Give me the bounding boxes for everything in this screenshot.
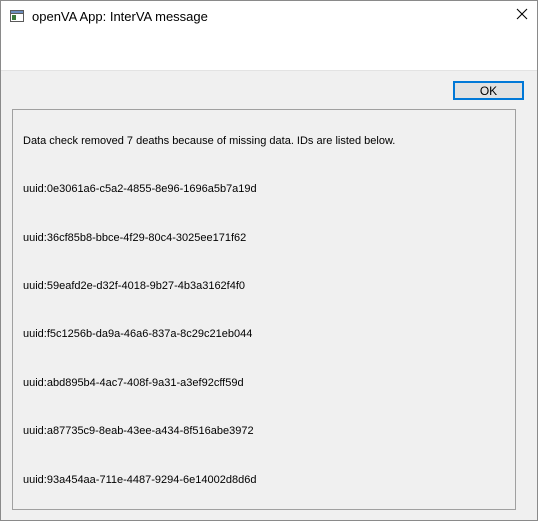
death-id-item: uuid:93a454aa-711e-4487-9294-6e14002d8d6…: [23, 474, 257, 486]
window-title: openVA App: InterVA message: [32, 9, 208, 24]
death-id-item: uuid:36cf85b8-bbce-4f29-80c4-3025ee171f6…: [23, 232, 247, 244]
death-id-item: uuid:59eafd2e-d32f-4018-9b27-4b3a3162f4f…: [23, 280, 246, 292]
title-bar: openVA App: InterVA message: [1, 1, 537, 71]
death-id-item: uuid:abd895b4-4ac7-408f-9a31-a3ef92cff59…: [23, 377, 244, 389]
death-id-item: uuid:f5c1256b-da9a-46a6-837a-8c29c21eb04…: [23, 328, 253, 340]
message-header: Data check removed 7 deaths because of m…: [23, 135, 396, 147]
dialog-window: openVA App: InterVA message OK Data chec…: [0, 0, 538, 521]
window-app-icon: [10, 9, 24, 22]
close-icon: [516, 7, 528, 25]
death-id-item: uuid:a87735c9-8eab-43ee-a434-8f516abe397…: [23, 425, 254, 437]
ok-button[interactable]: OK: [453, 81, 524, 100]
death-id-item: uuid:0e3061a6-c5a2-4855-8e96-1696a5b7a19…: [23, 183, 257, 195]
message-panel: Data check removed 7 deaths because of m…: [12, 109, 516, 510]
close-button[interactable]: [509, 3, 535, 29]
